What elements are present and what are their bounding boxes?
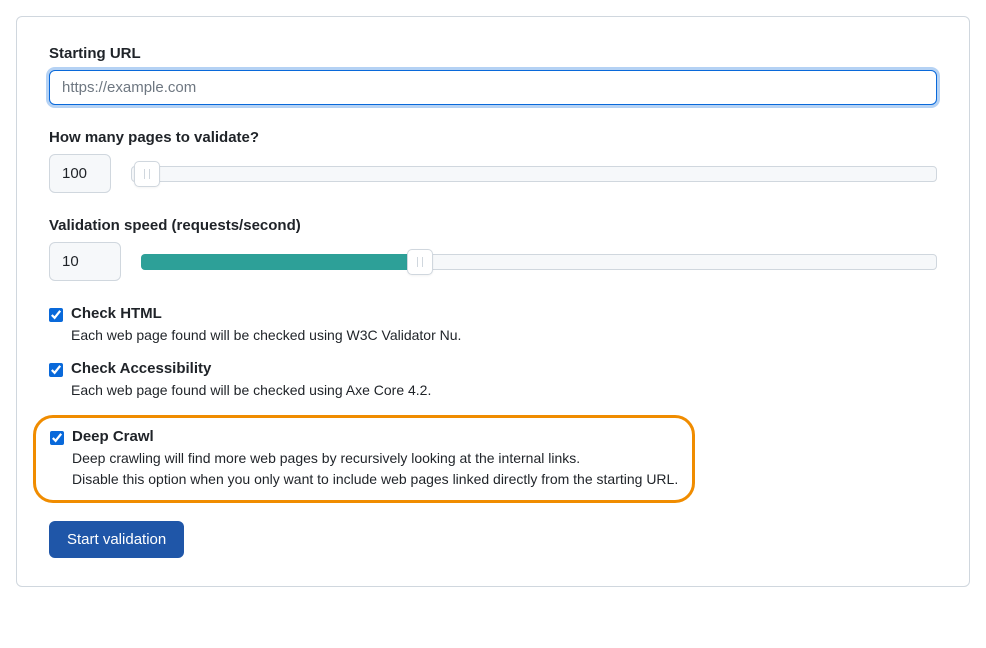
check-accessibility-label[interactable]: Check Accessibility xyxy=(71,360,211,377)
pages-slider-thumb[interactable] xyxy=(134,161,160,187)
deep-crawl-label[interactable]: Deep Crawl xyxy=(72,428,154,445)
deep-crawl-desc-line2: Disable this option when you only want t… xyxy=(72,471,678,487)
check-html-description: Each web page found will be checked usin… xyxy=(71,325,937,346)
deep-crawl-desc-line1: Deep crawling will find more web pages b… xyxy=(72,450,580,466)
pages-slider-row xyxy=(49,154,937,193)
pages-group: How many pages to validate? xyxy=(49,129,937,193)
speed-slider-fill xyxy=(141,254,420,270)
check-accessibility-description: Each web page found will be checked usin… xyxy=(71,380,937,401)
start-validation-button[interactable]: Start validation xyxy=(49,521,184,558)
speed-label: Validation speed (requests/second) xyxy=(49,217,937,234)
pages-slider-track xyxy=(131,166,937,182)
check-html-checkbox[interactable] xyxy=(49,308,63,322)
pages-label: How many pages to validate? xyxy=(49,129,937,146)
speed-number-input[interactable] xyxy=(49,242,121,281)
speed-group: Validation speed (requests/second) xyxy=(49,217,937,281)
deep-crawl-highlight: Deep Crawl Deep crawling will find more … xyxy=(33,415,695,503)
starting-url-label: Starting URL xyxy=(49,45,937,62)
starting-url-input[interactable] xyxy=(49,70,937,105)
starting-url-group: Starting URL xyxy=(49,45,937,105)
validation-form-card: Starting URL How many pages to validate?… xyxy=(16,16,970,587)
speed-slider[interactable] xyxy=(141,253,937,271)
check-accessibility-checkbox[interactable] xyxy=(49,363,63,377)
deep-crawl-checkbox[interactable] xyxy=(50,431,64,445)
speed-slider-row xyxy=(49,242,937,281)
pages-number-input[interactable] xyxy=(49,154,111,193)
deep-crawl-group: Deep Crawl Deep crawling will find more … xyxy=(50,428,678,490)
speed-slider-thumb[interactable] xyxy=(407,249,433,275)
pages-slider[interactable] xyxy=(131,165,937,183)
check-accessibility-group: Check Accessibility Each web page found … xyxy=(49,360,937,401)
check-html-group: Check HTML Each web page found will be c… xyxy=(49,305,937,346)
deep-crawl-description: Deep crawling will find more web pages b… xyxy=(72,448,678,490)
check-html-label[interactable]: Check HTML xyxy=(71,305,162,322)
